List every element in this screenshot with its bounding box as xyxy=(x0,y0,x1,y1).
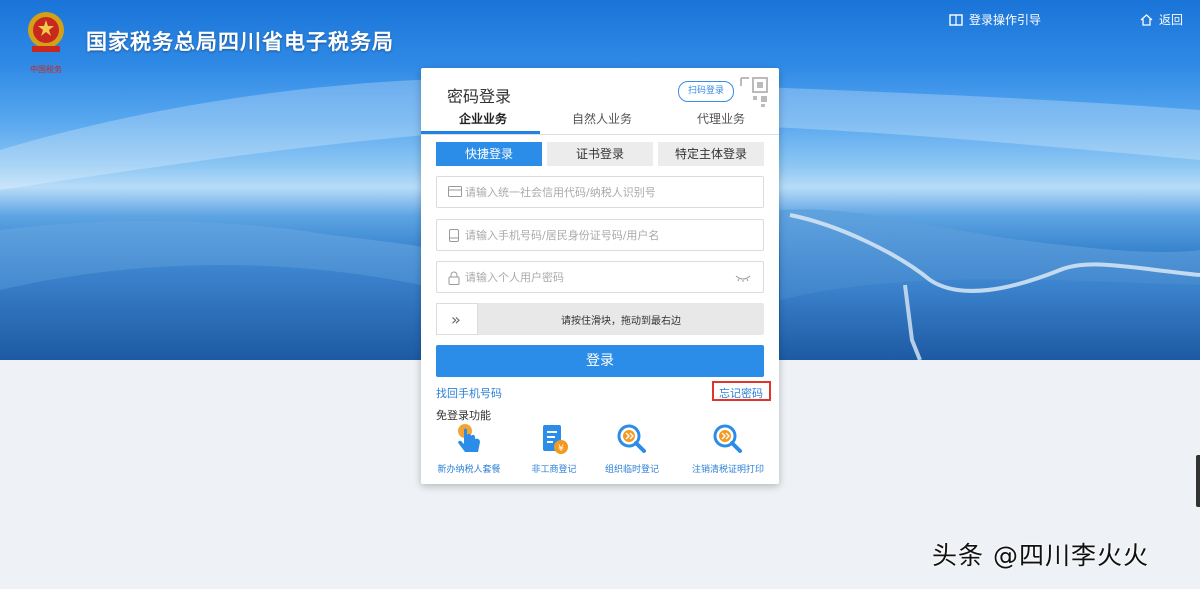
card-title: 密码登录 xyxy=(447,87,512,106)
quick-section-label: 免登录功能 xyxy=(436,409,491,422)
scan-login-button[interactable]: 扫码登录 xyxy=(678,81,734,102)
tab-enterprise[interactable]: 企业业务 xyxy=(459,110,507,127)
slider-handle[interactable]: » xyxy=(436,303,478,335)
magnifier-arrow-icon xyxy=(617,424,646,453)
quick-action-deregistration-print[interactable]: 注销清税证明打印 xyxy=(683,422,773,475)
quick-action-new-taxpayer[interactable]: 新办纳税人套餐 xyxy=(431,422,507,475)
back-label: 返回 xyxy=(1159,13,1184,27)
tax-emblem-logo: 中国税务 xyxy=(22,8,70,76)
subtab-certificate-login[interactable]: 证书登录 xyxy=(547,142,653,166)
home-icon xyxy=(1140,13,1153,26)
business-tabs: 企业业务 自然人业务 代理业务 xyxy=(421,108,779,135)
credit-code-input[interactable] xyxy=(465,183,735,201)
slide-verification: » 请按住滑块，拖动到最右边 xyxy=(436,303,764,335)
magnifier-arrow-icon xyxy=(713,424,742,453)
quick-action-label: 注销清税证明打印 xyxy=(691,465,764,475)
eye-closed-icon[interactable] xyxy=(735,274,751,282)
account-input[interactable] xyxy=(465,226,735,244)
double-chevron-right-icon: » xyxy=(451,310,461,329)
credit-code-field xyxy=(436,176,764,208)
subtab-special-entity-login[interactable]: 特定主体登录 xyxy=(658,142,764,166)
login-guide-link[interactable]: 登录操作引导 xyxy=(949,11,1041,28)
id-card-icon xyxy=(448,186,462,197)
hand-pointer-icon xyxy=(458,424,480,452)
book-icon xyxy=(949,13,963,26)
recover-phone-link[interactable]: 找回手机号码 xyxy=(436,385,502,401)
tab-individual[interactable]: 自然人业务 xyxy=(572,110,632,127)
phone-icon xyxy=(449,229,459,242)
quick-action-label: 非工商登记 xyxy=(531,465,577,475)
site-title: 国家税务总局四川省电子税务局 xyxy=(86,30,394,54)
login-card: 密码登录 扫码登录 企业业务 自然人业务 代理业务 快捷登录 证书登录 特定主体… xyxy=(421,68,779,484)
quick-action-label: 新办纳税人套餐 xyxy=(437,465,501,475)
lock-icon xyxy=(448,271,460,285)
qr-code-icon[interactable] xyxy=(739,76,771,108)
login-guide-label: 登录操作引导 xyxy=(969,13,1042,27)
back-link[interactable]: 返回 xyxy=(1140,11,1183,28)
password-field xyxy=(436,261,764,293)
side-scroll-tab[interactable] xyxy=(1196,455,1200,507)
login-method-tabs: 快捷登录 证书登录 特定主体登录 xyxy=(436,142,764,166)
login-button[interactable]: 登录 xyxy=(436,345,764,377)
quick-action-non-business[interactable]: ¥ 非工商登记 xyxy=(519,422,589,475)
subtab-quick-login[interactable]: 快捷登录 xyxy=(436,142,542,166)
slider-instruction: 请按住滑块，拖动到最右边 xyxy=(561,316,681,327)
svg-text:¥: ¥ xyxy=(558,444,564,454)
quick-action-label: 组织临时登记 xyxy=(604,465,659,475)
password-input[interactable] xyxy=(465,268,735,286)
emblem-caption: 中国税务 xyxy=(30,64,62,74)
quick-action-temp-registration[interactable]: 组织临时登记 xyxy=(597,422,667,475)
document-yen-icon: ¥ xyxy=(543,425,568,454)
account-field xyxy=(436,219,764,251)
active-tab-indicator xyxy=(421,131,540,134)
watermark-text: 头条 @四川李火火 xyxy=(932,541,1149,570)
tab-agency[interactable]: 代理业务 xyxy=(697,110,745,127)
highlight-box xyxy=(712,381,771,401)
